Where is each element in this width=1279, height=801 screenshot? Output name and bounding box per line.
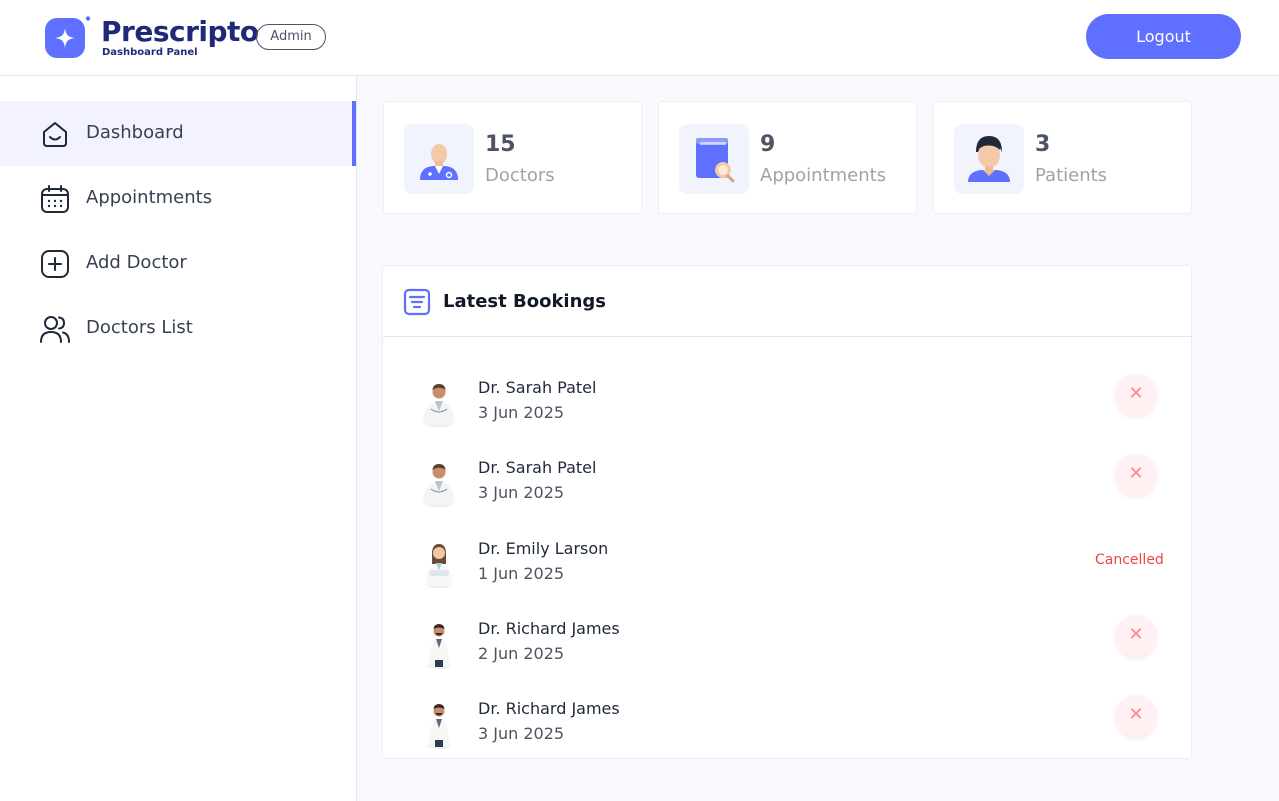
brand-name: Prescripto (101, 15, 259, 48)
prescripto-logo-icon (45, 16, 91, 58)
top-header: Prescripto Dashboard Panel Admin Logout (0, 0, 1279, 76)
doctor-name: Dr. Richard James (478, 699, 620, 718)
stat-label: Appointments (760, 165, 887, 186)
close-icon: ✕ (1128, 624, 1144, 645)
stat-card-appointments: 9 Appointments (658, 101, 917, 214)
status-cancelled: Cancelled (1095, 552, 1164, 568)
logout-button[interactable]: Logout (1086, 14, 1241, 59)
bookings-header: Latest Bookings (383, 266, 1191, 337)
stat-label: Doctors (485, 165, 555, 186)
role-badge: Admin (256, 24, 326, 50)
doctor-name: Dr. Sarah Patel (478, 458, 597, 477)
booking-date: 2 Jun 2025 (478, 644, 565, 663)
sidebar-item-doctors-list[interactable]: Doctors List (0, 296, 356, 361)
stat-value: 9 (760, 132, 776, 157)
sidebar-item-dashboard[interactable]: Dashboard (0, 101, 356, 166)
sidebar-item-label: Dashboard (86, 122, 184, 143)
brand-subtitle: Dashboard Panel (102, 47, 198, 58)
booking-row: Dr. Emily Larson 1 Jun 2025 Cancelled (383, 528, 1191, 608)
doctor-icon (420, 144, 458, 180)
close-icon: ✕ (1128, 383, 1144, 404)
appointments-book-icon (696, 138, 735, 183)
doctor-name: Dr. Sarah Patel (478, 378, 597, 397)
doctor-name: Dr. Richard James (478, 619, 620, 638)
doctor-avatar (427, 624, 451, 669)
booking-date: 3 Jun 2025 (478, 724, 565, 743)
booking-date: 3 Jun 2025 (478, 403, 565, 422)
doctor-avatar (419, 384, 459, 427)
people-icon (40, 316, 70, 343)
stat-card-patients: 3 Patients (933, 101, 1192, 214)
booking-row: Dr. Sarah Patel 3 Jun 2025 ✕ (383, 447, 1191, 527)
sidebar-item-appointments[interactable]: Appointments (0, 166, 356, 231)
list-icon (403, 288, 431, 316)
doctor-avatar (419, 464, 459, 507)
home-icon (43, 122, 67, 147)
close-icon: ✕ (1128, 463, 1144, 484)
stat-icon-box (404, 124, 474, 194)
booking-row: Dr. Richard James 3 Jun 2025 ✕ (383, 688, 1191, 768)
sidebar: Dashboard Appointments Add Doctor Doctor… (0, 76, 357, 801)
booking-row: Dr. Richard James 2 Jun 2025 ✕ (383, 608, 1191, 688)
close-icon: ✕ (1128, 704, 1144, 725)
sidebar-item-label: Appointments (86, 187, 213, 208)
add-square-icon (41, 250, 69, 278)
booking-date: 3 Jun 2025 (478, 483, 565, 502)
booking-date: 1 Jun 2025 (478, 564, 565, 583)
stat-value: 15 (485, 132, 516, 157)
stat-icon-box (679, 124, 749, 194)
stat-label: Patients (1035, 165, 1108, 186)
calendar-icon (41, 185, 69, 213)
doctor-avatar (427, 704, 451, 749)
stat-icon-box (954, 124, 1024, 194)
patient-icon (968, 136, 1010, 182)
cancel-booking-button[interactable]: ✕ (1115, 615, 1157, 657)
stat-card-doctors: 15 Doctors (383, 101, 642, 214)
cancel-booking-button[interactable]: ✕ (1115, 454, 1157, 496)
bookings-title: Latest Bookings (443, 291, 607, 312)
sidebar-item-label: Doctors List (86, 317, 193, 338)
sidebar-item-add-doctor[interactable]: Add Doctor (0, 231, 356, 296)
cancel-booking-button[interactable]: ✕ (1115, 374, 1157, 416)
sidebar-item-label: Add Doctor (86, 252, 187, 273)
cancel-booking-button[interactable]: ✕ (1115, 695, 1157, 737)
booking-row: Dr. Sarah Patel 3 Jun 2025 ✕ (383, 367, 1191, 447)
doctor-avatar (423, 544, 455, 588)
stat-value: 3 (1035, 132, 1051, 157)
latest-bookings-panel: Latest Bookings Dr. Sarah Patel 3 Jun 20… (382, 265, 1192, 759)
doctor-name: Dr. Emily Larson (478, 539, 609, 558)
